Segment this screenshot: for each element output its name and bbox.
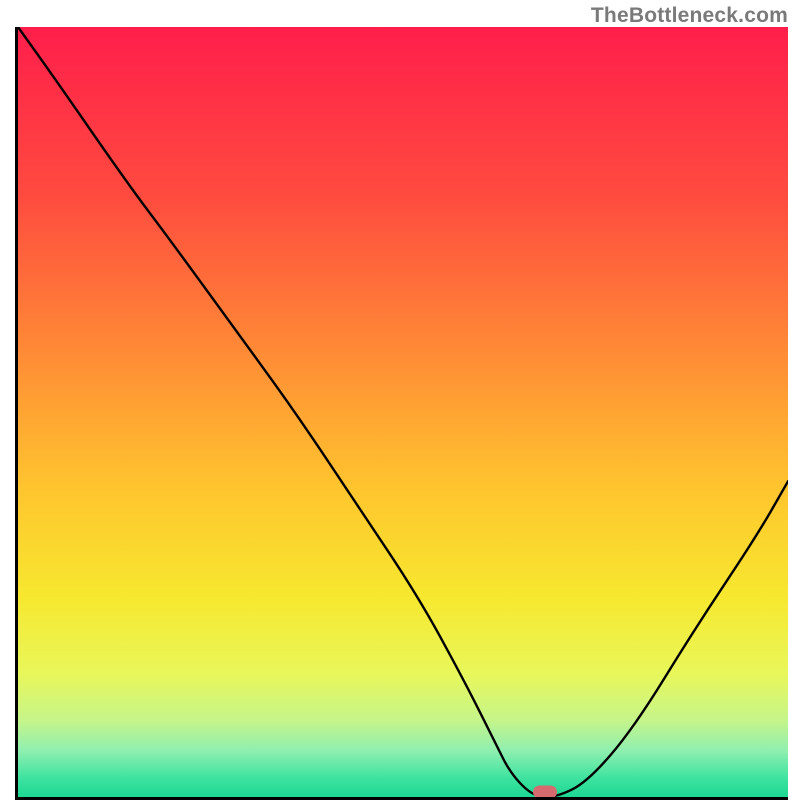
chart-container: TheBottleneck.com — [0, 0, 800, 800]
bottleneck-curve — [18, 27, 788, 797]
optimal-point-marker — [533, 786, 557, 799]
watermark-text: TheBottleneck.com — [591, 4, 788, 28]
plot-area — [15, 27, 788, 800]
